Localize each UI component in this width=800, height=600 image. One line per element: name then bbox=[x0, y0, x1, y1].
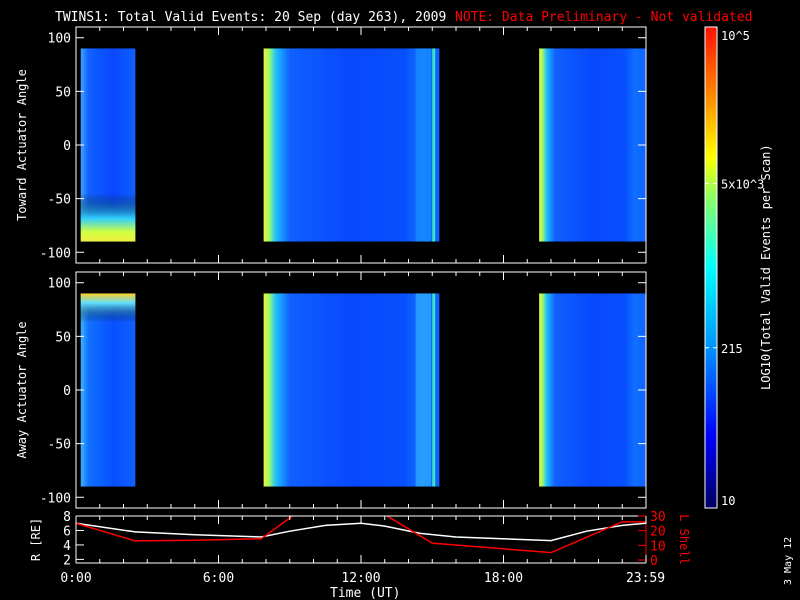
data-block-overlay bbox=[80, 293, 136, 487]
x-tick-label: 0:00 bbox=[60, 571, 91, 586]
y-tick-label: -100 bbox=[40, 491, 71, 506]
colorbar-tick-label: 5x10^3 bbox=[721, 177, 764, 191]
data-block bbox=[263, 48, 440, 242]
colorbar-tick-label: 10 bbox=[721, 494, 735, 508]
y-tick-label: -100 bbox=[40, 246, 71, 261]
spectrogram-panel-away: 100 50 0 -50 -100 Away Actuator Angle bbox=[15, 271, 647, 509]
x-axis-label: Time (UT) bbox=[330, 586, 400, 600]
data-strip bbox=[432, 293, 436, 487]
data-strip bbox=[415, 48, 432, 242]
colorbar-label: LOG10(Total Valid Events per Scan) bbox=[759, 144, 773, 390]
twins-spectrogram-figure: TWINS1: Total Valid Events: 20 Sep (day … bbox=[15, 10, 794, 600]
x-tick-label: 12:00 bbox=[341, 571, 380, 586]
data-strip bbox=[415, 293, 432, 487]
data-block bbox=[263, 293, 440, 487]
r-tick-label: 6 bbox=[63, 524, 71, 539]
colorbar-tick-label: 215 bbox=[721, 342, 743, 356]
l-shell-axis-label: L Shell bbox=[677, 514, 691, 565]
r-axis-label: R [RE] bbox=[29, 518, 43, 561]
l-tick-label: 10 bbox=[650, 539, 666, 554]
date-stamp: 3 May 12 bbox=[783, 537, 794, 585]
l-tick-label: 20 bbox=[650, 525, 666, 540]
r-tick-label: 8 bbox=[63, 510, 71, 525]
y-tick-label: 0 bbox=[63, 139, 71, 154]
colorbar: 10^5 5x10^3 215 10 bbox=[704, 26, 764, 509]
r-tick-label: 2 bbox=[63, 553, 71, 568]
spectrogram-panel-toward: 100 50 0 -50 -100 Toward Actuator Angle bbox=[15, 26, 647, 264]
y-tick-label: 50 bbox=[55, 85, 71, 100]
y-tick-label: 100 bbox=[48, 32, 71, 47]
l-tick-label: 30 bbox=[650, 510, 666, 525]
x-tick-label: 6:00 bbox=[203, 571, 234, 586]
colorbar-tick-label: 10^5 bbox=[721, 29, 750, 43]
y-tick-label: -50 bbox=[48, 193, 71, 208]
y-tick-label: 100 bbox=[48, 277, 71, 292]
y-tick-label: 50 bbox=[55, 330, 71, 345]
data-block bbox=[539, 48, 646, 242]
y-axis-label: Toward Actuator Angle bbox=[15, 69, 29, 221]
l-tick-label: 0 bbox=[650, 554, 658, 569]
r-distance-line bbox=[76, 522, 646, 542]
x-tick-label: 18:00 bbox=[484, 571, 523, 586]
y-axis-label: Away Actuator Angle bbox=[15, 321, 29, 458]
data-strip bbox=[432, 48, 436, 242]
r-tick-label: 4 bbox=[63, 539, 71, 554]
y-tick-label: 0 bbox=[63, 384, 71, 399]
data-block bbox=[539, 293, 646, 487]
x-tick-label: 23:59 bbox=[626, 571, 665, 586]
preliminary-note: NOTE: Data Preliminary - Not validated bbox=[455, 10, 752, 25]
data-block-overlay bbox=[80, 48, 136, 242]
colorbar-gradient bbox=[704, 26, 718, 509]
chart-title: TWINS1: Total Valid Events: 20 Sep (day … bbox=[55, 10, 446, 25]
y-tick-label: -50 bbox=[48, 438, 71, 453]
